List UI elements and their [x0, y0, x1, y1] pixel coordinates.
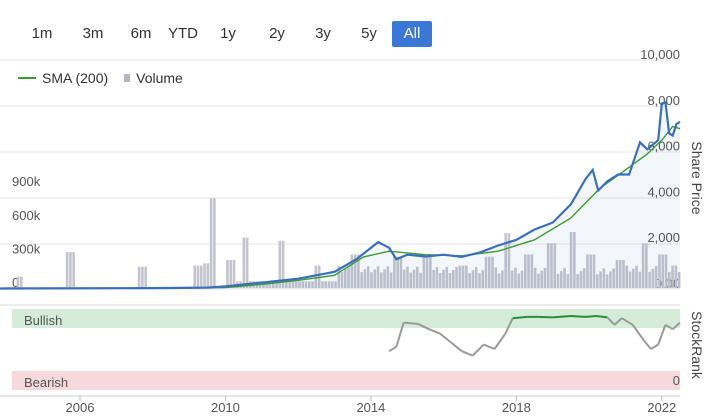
stockrank-segment [512, 315, 528, 320]
volume-bar [200, 265, 203, 288]
price-axis-title: Share Price [689, 141, 705, 214]
volume-bar [209, 198, 213, 288]
volume-bar [65, 252, 69, 288]
stockrank-segment [483, 343, 495, 350]
volume-bar [16, 276, 20, 288]
stockrank-segment [403, 321, 419, 325]
volume-bar [72, 252, 75, 288]
volume-bar [245, 237, 249, 288]
price-chart: 0.002,0004,0006,0008,00010,0000300k600k9… [0, 47, 705, 415]
stockrank-segment [461, 350, 474, 357]
stockrank-segment [388, 345, 397, 353]
volume-bar [206, 263, 210, 288]
stockrank-segment [493, 333, 507, 350]
x-tick-label: 2022 [647, 400, 676, 415]
volume-bar [226, 260, 229, 288]
stockrank-axis-min: 0 [673, 373, 680, 388]
x-tick-label: 2006 [66, 400, 95, 415]
stockrank-segment [585, 315, 597, 318]
stockrank-segment [642, 339, 652, 350]
volume-tick-label: 900k [12, 174, 41, 189]
volume-bar [196, 265, 200, 288]
stockrank-segment [552, 315, 571, 319]
volume-bar [144, 266, 147, 288]
volume-bar [232, 260, 236, 288]
stockrank-segment [570, 315, 586, 318]
bullish-label: Bullish [24, 313, 62, 328]
stockrank-segment [650, 343, 659, 350]
volume-bar [137, 266, 141, 288]
price-tick-label: 10,000 [640, 47, 680, 62]
volume-tick-label: 600k [12, 208, 41, 223]
bearish-band [12, 371, 680, 390]
volume-bar [229, 260, 233, 288]
stockrank-segment [596, 315, 608, 319]
x-tick-label: 2014 [356, 400, 385, 415]
bearish-label: Bearish [24, 375, 68, 390]
volume-bar [193, 265, 197, 288]
volume-bar [69, 252, 72, 288]
x-tick-label: 2018 [502, 400, 531, 415]
bullish-band [12, 309, 680, 328]
x-tick-label: 2010 [211, 400, 240, 415]
volume-bar [203, 263, 206, 288]
volume-bar [242, 237, 246, 288]
stockrank-segment [472, 343, 485, 357]
volume-bar [141, 266, 144, 288]
volume-tick-label: 300k [12, 241, 41, 256]
price-area [0, 102, 680, 290]
stockrank-segment [439, 332, 452, 344]
volume-bar [213, 198, 216, 288]
stockrank-segment [450, 341, 463, 352]
stockrank-axis-title: StockRank [689, 311, 705, 380]
stockrank-segment [428, 328, 441, 335]
volume-bar [20, 276, 23, 288]
